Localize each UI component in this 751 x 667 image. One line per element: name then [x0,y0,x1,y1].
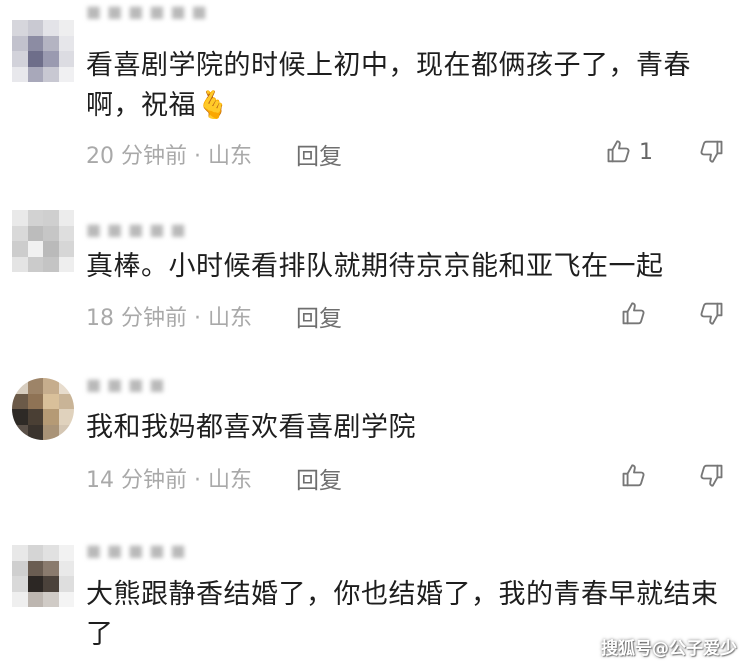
like-button[interactable] [620,461,648,491]
avatar[interactable] [12,545,74,607]
thumbs-down-icon [697,299,727,327]
comment-item: ■■■■ 我和我妈都喜欢看喜剧学院 14 分钟前 · 山东 回复 [0,370,751,520]
like-button[interactable]: 1 [605,137,653,167]
dislike-button[interactable] [697,137,727,167]
username[interactable]: ■■■■ [86,375,170,394]
avatar[interactable] [12,378,74,440]
comment-meta: 18 分钟前 · 山东 [86,306,252,331]
username[interactable]: ■■■■■■ [86,2,213,21]
reply-button[interactable]: 回复 [296,137,342,171]
thumbs-up-icon [620,462,648,490]
thumbs-up-icon [620,300,648,328]
dislike-button[interactable] [697,461,727,491]
comment-text: 我和我妈都喜欢看喜剧学院 [86,412,416,443]
thumbs-down-icon [697,461,727,489]
dislike-button[interactable] [697,299,727,329]
thumbs-down-icon [697,137,727,165]
emoji: 🫰 [196,90,231,121]
comment-text: 真棒。小时候看排队就期待京京能和亚飞在一起 [86,251,664,282]
like-button[interactable] [620,299,648,329]
comment-text: 看喜剧学院的时候上初中，现在都俩孩子了，青春啊，祝福🫰 [86,50,691,121]
comment-meta: 20 分钟前 · 山东 [86,144,252,169]
watermark: 搜狐号@公子爱少 [601,639,737,659]
username[interactable]: ■■■■■ [86,220,192,239]
avatar[interactable] [12,20,74,82]
like-count: 1 [639,139,653,165]
avatar[interactable] [12,210,74,272]
comment-item: ■■■■■■ 看喜剧学院的时候上初中，现在都俩孩子了，青春啊，祝福🫰 20 分钟… [0,0,751,180]
username[interactable]: ■■■■■ [86,541,192,560]
thumbs-up-icon [605,138,633,166]
comment-item: ■■■■■ 真棒。小时候看排队就期待京京能和亚飞在一起 18 分钟前 · 山东 … [0,200,751,350]
comment-meta: 14 分钟前 · 山东 [86,468,252,493]
reply-button[interactable]: 回复 [296,461,342,495]
reply-button[interactable]: 回复 [296,299,342,333]
